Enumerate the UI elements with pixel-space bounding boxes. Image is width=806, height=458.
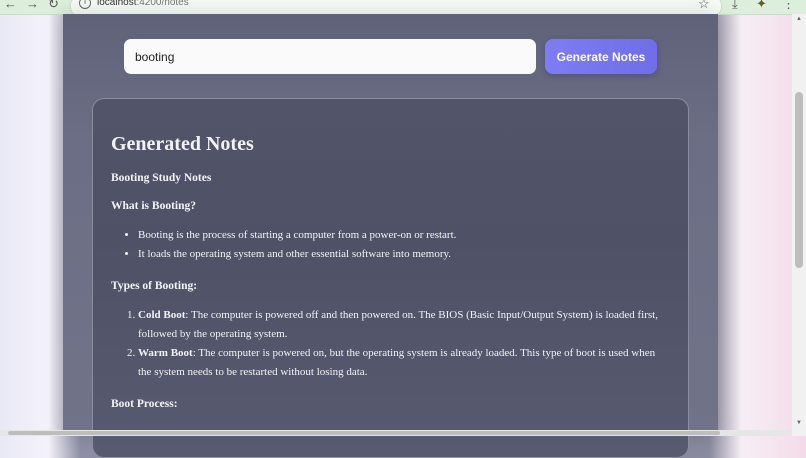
types-heading: Types of Booting: [111,280,198,292]
browser-toolbar: ← → ↻ i localhost:4200/notes ☆ ⤓ ✦ ⋮ [0,0,806,16]
horizontal-scrollbar[interactable] [0,430,792,436]
reload-icon[interactable]: ↻ [48,0,59,11]
extension-icon[interactable]: ✦ [756,0,767,11]
notes-app: Generate Notes Generated Notes Booting S… [63,14,718,458]
download-icon[interactable]: ⤓ [732,0,738,11]
generate-notes-button[interactable]: Generate Notes [545,39,657,74]
url-text: localhost:4200/notes [97,0,189,8]
list-item: It loads the operating system and other … [138,245,670,264]
list-item: Cold Boot: The computer is powered off a… [138,306,670,344]
definition: : The computer is powered on, but the op… [138,347,656,378]
site-info-icon[interactable]: i [79,0,91,9]
process-heading: Boot Process: [111,398,178,410]
definition: : The computer is powered off and then p… [138,309,658,340]
topic-input[interactable] [124,39,536,74]
what-heading: What is Booting? [111,200,196,212]
vertical-scrollbar[interactable]: ▲ ▼ [792,14,806,436]
types-list: Cold Boot: The computer is powered off a… [111,306,670,382]
menu-kebab-icon[interactable]: ⋮ [782,0,795,11]
study-title: Booting Study Notes [111,172,212,184]
back-icon[interactable]: ← [4,0,17,11]
bookmark-star-icon[interactable]: ☆ [698,0,710,11]
notes-card: Generated Notes Booting Study Notes What… [92,98,689,458]
list-item: Booting is the process of starting a com… [138,226,670,245]
forward-icon[interactable]: → [26,0,39,11]
term: Cold Boot [138,309,186,321]
scroll-up-icon[interactable]: ▲ [796,16,802,22]
horizontal-scroll-thumb[interactable] [8,431,720,435]
what-list: Booting is the process of starting a com… [111,226,670,264]
scroll-down-icon[interactable]: ▼ [796,420,802,426]
term: Warm Boot [138,347,193,359]
list-item: Warm Boot: The computer is powered on, b… [138,344,670,382]
vertical-scroll-thumb[interactable] [795,92,803,268]
notes-title: Generated Notes [111,133,254,155]
